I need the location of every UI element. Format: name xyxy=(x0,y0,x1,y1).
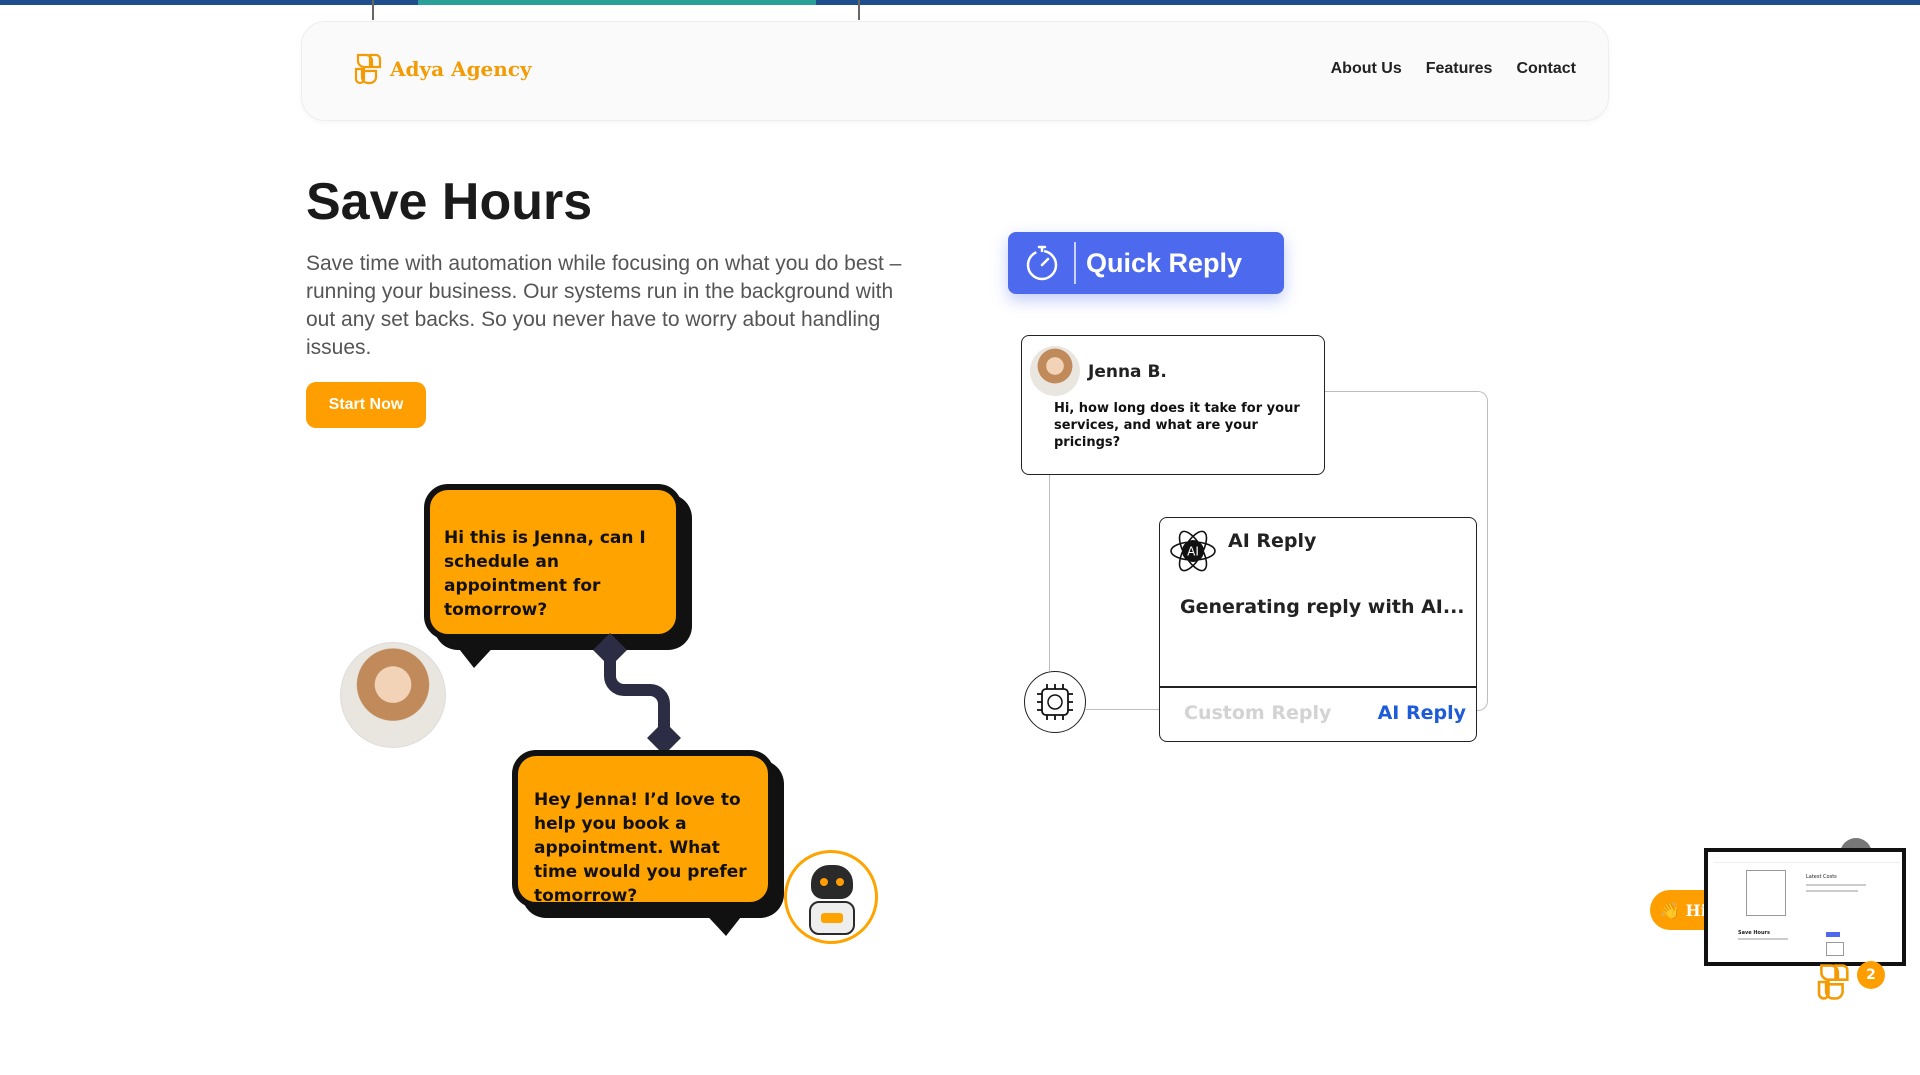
start-now-button[interactable]: Start Now xyxy=(306,382,426,428)
incoming-message-card: Jenna B. Hi, how long does it take for y… xyxy=(1021,335,1325,475)
hero-description: Save time with automation while focusing… xyxy=(306,252,902,359)
sender-name: Jenna B. xyxy=(1088,362,1167,382)
divider xyxy=(858,0,860,20)
generating-status: Generating reply with AI... xyxy=(1180,596,1465,618)
preview-quick-reply xyxy=(1826,932,1840,937)
flow-connector xyxy=(1049,475,1050,671)
robot-body xyxy=(809,901,855,935)
preview-line xyxy=(1806,890,1858,892)
preview-subheading: Latest Costs xyxy=(1806,874,1837,880)
chip-icon xyxy=(1037,684,1073,720)
robot-avatar xyxy=(784,850,878,944)
robot-eye xyxy=(836,878,844,886)
custom-reply-button[interactable]: Custom Reply xyxy=(1184,702,1331,724)
ai-reply-card: AI AI Reply Generating reply with AI... … xyxy=(1159,517,1477,742)
notification-badge: 2 xyxy=(1857,961,1885,989)
jenna-avatar xyxy=(340,642,446,748)
preview-card xyxy=(1746,870,1786,916)
page-title: Save Hours xyxy=(306,173,593,231)
brand-name: Adya Agency xyxy=(390,57,532,81)
widget-brand-icon xyxy=(1817,964,1849,1000)
cpu-chip-icon xyxy=(1024,671,1086,733)
divider xyxy=(1160,686,1476,688)
user-chat-bubble: Hi this is Jenna, can I schedule an appo… xyxy=(424,484,682,640)
divider xyxy=(372,0,374,20)
divider xyxy=(418,0,816,5)
preview-header xyxy=(1714,856,1900,863)
quick-reply-label: Quick Reply xyxy=(1086,247,1243,278)
robot-eye xyxy=(820,878,828,886)
main-nav: About Us Features Contact xyxy=(1331,60,1576,78)
divider xyxy=(1074,242,1076,284)
ai-card-title: AI Reply xyxy=(1228,530,1317,552)
brand-logo[interactable]: Adya Agency xyxy=(352,52,532,86)
nav-contact[interactable]: Contact xyxy=(1516,60,1576,78)
incoming-message: Hi, how long does it take for your servi… xyxy=(1054,401,1300,450)
bubble-tail xyxy=(700,908,748,936)
quick-reply-badge: Quick Reply xyxy=(1008,232,1284,294)
nav-about-us[interactable]: About Us xyxy=(1331,60,1402,78)
brand-mark-icon xyxy=(354,53,382,85)
ai-atom-icon: AI xyxy=(1170,530,1216,572)
site-header: Adya Agency About Us Features Contact xyxy=(301,21,1609,121)
connector-icon xyxy=(593,633,681,755)
page-preview-thumbnail[interactable]: Latest Costs Save Hours xyxy=(1704,848,1906,966)
preview-line xyxy=(1738,938,1788,940)
bubble-tail xyxy=(452,640,500,668)
jenna-avatar xyxy=(1030,346,1080,396)
ai-icon-label: AI xyxy=(1187,545,1199,559)
ai-reply-button[interactable]: AI Reply xyxy=(1378,702,1466,724)
bot-chat-bubble: Hey Jenna! I’d love to help you book a a… xyxy=(512,750,774,908)
top-border xyxy=(0,0,1920,5)
stopwatch-icon xyxy=(1026,245,1058,281)
flow-connector xyxy=(1086,709,1159,710)
preview-heading: Save Hours xyxy=(1738,930,1770,936)
preview-card xyxy=(1826,942,1844,956)
robot-panel xyxy=(821,913,843,923)
preview-line xyxy=(1806,884,1866,886)
nav-features[interactable]: Features xyxy=(1426,60,1493,78)
robot-head xyxy=(811,865,853,899)
